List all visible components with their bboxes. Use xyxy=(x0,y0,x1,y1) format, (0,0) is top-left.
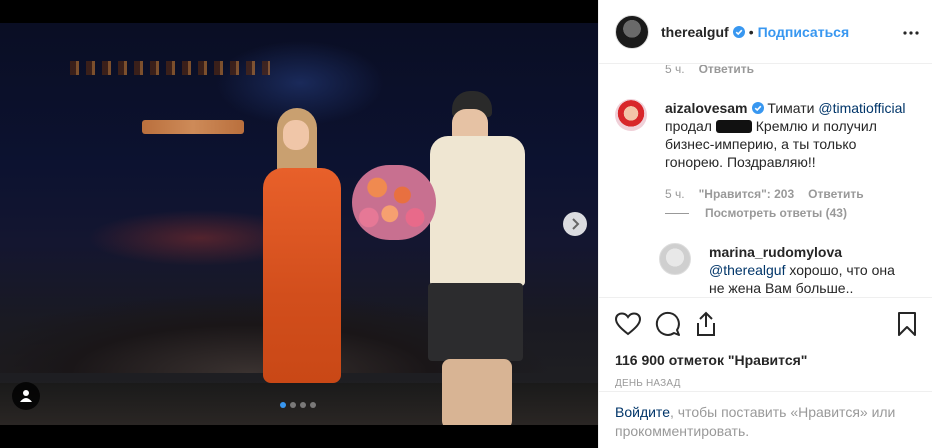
ellipsis-icon xyxy=(903,31,919,35)
comment-icon xyxy=(655,311,680,336)
post-header: therealguf • Подписаться xyxy=(599,0,932,64)
post-actions: 116 900 отметок "Нравится" ДЕНЬ НАЗАД xyxy=(599,297,932,389)
share-button[interactable] xyxy=(695,311,717,337)
user-icon xyxy=(20,390,32,402)
comment-meta: 5 ч. "Нравится": 203 Ответить xyxy=(665,187,864,201)
view-replies-button[interactable]: Посмотреть ответы (43) xyxy=(665,206,847,220)
author-username[interactable]: therealguf xyxy=(661,24,729,40)
separator-dot: • xyxy=(748,23,754,40)
bookmark-icon xyxy=(898,312,916,336)
carousel-dot xyxy=(310,402,316,408)
carousel-dot xyxy=(290,402,296,408)
comment-likes[interactable]: "Нравится": 203 xyxy=(699,187,795,201)
comment-button[interactable] xyxy=(655,311,681,337)
likes-count[interactable]: 116 900 отметок "Нравится" xyxy=(615,352,917,368)
reply-item: marina_rudomylova @therealguf хорошо, чт… xyxy=(659,243,909,297)
reply-button[interactable]: Ответить xyxy=(808,187,863,201)
post-side-panel: therealguf • Подписаться 5 ч. Ответить a… xyxy=(598,0,932,448)
reply-button[interactable]: Ответить xyxy=(699,65,754,76)
performer-man xyxy=(420,91,530,425)
comments-list[interactable]: 5 ч. Ответить aizalovesam Тимати @timati… xyxy=(599,65,932,297)
tagged-users-button[interactable] xyxy=(12,382,40,410)
verified-badge-icon xyxy=(732,25,745,38)
post-photo[interactable] xyxy=(0,23,598,425)
next-photo-button[interactable] xyxy=(563,212,587,236)
comment-text: marina_rudomylova @therealguf хорошо, чт… xyxy=(709,244,895,296)
chevron-right-icon xyxy=(572,218,580,230)
comment-time: 5 ч. xyxy=(665,187,685,201)
carousel-dot xyxy=(280,402,286,408)
comment-text: aizalovesam Тимати @timatiofficial прода… xyxy=(665,100,906,170)
comment-time: 5 ч. xyxy=(665,65,685,76)
verified-badge-icon xyxy=(751,102,764,114)
heart-icon xyxy=(615,312,641,336)
author-avatar[interactable] xyxy=(615,14,649,49)
commenter-avatar[interactable] xyxy=(659,243,691,275)
comment-item: aizalovesam Тимати @timatiofficial прода… xyxy=(615,99,915,171)
share-icon xyxy=(697,311,715,336)
login-prompt: Войдите, чтобы поставить «Нравится» или … xyxy=(599,391,932,448)
more-options-button[interactable] xyxy=(903,22,919,40)
performer-woman xyxy=(255,108,345,393)
save-button[interactable] xyxy=(897,311,917,337)
post-timestamp[interactable]: ДЕНЬ НАЗАД xyxy=(615,378,917,389)
neon-sign xyxy=(142,120,244,134)
post-media-pane xyxy=(0,0,598,448)
flower-bouquet xyxy=(352,165,436,240)
action-icons xyxy=(615,310,917,338)
stage-lights xyxy=(70,61,270,75)
carousel-dot xyxy=(300,402,306,408)
login-link[interactable]: Войдите xyxy=(615,404,670,420)
commenter-username[interactable]: marina_rudomylova xyxy=(709,244,842,260)
mention-link[interactable]: @timatiofficial xyxy=(818,100,905,116)
redacted-word xyxy=(715,120,752,133)
mention-link[interactable]: @therealguf xyxy=(709,262,785,278)
commenter-avatar[interactable] xyxy=(615,99,647,131)
like-button[interactable] xyxy=(615,312,641,336)
follow-button[interactable]: Подписаться xyxy=(758,24,850,40)
commenter-username[interactable]: aizalovesam xyxy=(665,100,748,116)
previous-comment-meta: 5 ч. Ответить xyxy=(665,65,754,76)
carousel-indicator xyxy=(280,402,316,408)
replies-divider xyxy=(665,212,689,214)
